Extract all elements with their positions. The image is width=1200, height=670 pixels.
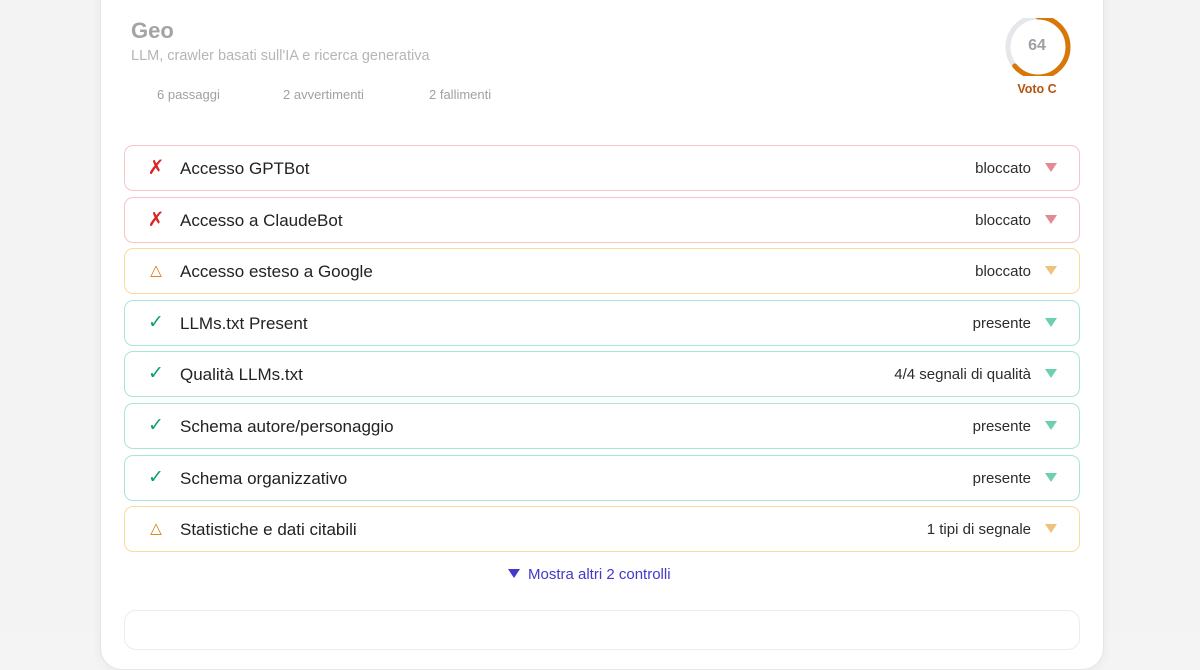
check-value: bloccato [975,263,1031,280]
stat-warnings: 2 avvertimenti [283,87,364,102]
warning-triangle-icon: △ [150,520,162,537]
show-more-button[interactable]: Mostra altri 2 controlli [508,566,671,583]
chevron-down-icon[interactable] [1045,215,1057,224]
check-label: Accesso a ClaudeBot [180,211,343,230]
check-row[interactable]: ✗ Accesso a ClaudeBot bloccato [124,197,1080,243]
check-row[interactable]: △ Accesso esteso a Google bloccato [124,248,1080,294]
check-label: Schema organizzativo [180,469,348,488]
score-grade: Voto C [1017,82,1057,96]
score-ring: 64 [1004,18,1072,76]
check-value: bloccato [975,160,1031,177]
check-value: 4/4 segnali di qualità [894,366,1031,383]
check-value: 1 tipi di segnale [926,521,1031,538]
check-row[interactable]: ✓ Schema autore/personaggio presente [124,403,1080,449]
check-label: Schema autore/personaggio [180,417,394,436]
section-subtitle: LLM, crawler basati sull'IA e ricerca ge… [131,48,430,64]
check-row[interactable]: ✓ Schema organizzativo presente [124,455,1080,501]
check-label: LLMs.txt Present [180,314,308,333]
check-label: Statistiche e dati citabili [180,520,357,539]
check-row[interactable]: ✓ LLMs.txt Present presente [124,300,1080,346]
cross-icon: ✗ [147,157,165,179]
check-row[interactable]: ✓ Qualità LLMs.txt 4/4 segnali di qualit… [124,351,1080,397]
score-value: 64 [1028,37,1046,54]
check-label: Accesso GPTBot [180,159,310,178]
check-value: presente [972,418,1031,435]
check-icon: ✓ [148,363,164,384]
warning-triangle-icon: △ [150,262,162,279]
chevron-down-icon[interactable] [1045,473,1057,482]
chevron-down-icon[interactable] [1045,163,1057,172]
check-label: Qualità LLMs.txt [180,365,303,384]
section-title: Geo [131,18,174,43]
check-value: bloccato [975,212,1031,229]
next-section-card [124,610,1080,650]
chevron-down-icon[interactable] [1045,421,1057,430]
show-more-label: Mostra altri 2 controlli [528,566,671,583]
triangle-down-icon [508,568,520,578]
check-icon: ✓ [148,415,164,436]
check-value: presente [972,315,1031,332]
stat-failures: 2 fallimenti [429,87,492,102]
chevron-down-icon[interactable] [1045,524,1057,533]
check-row[interactable]: △ Statistiche e dati citabili 1 tipi di … [124,506,1080,552]
check-label: Accesso esteso a Google [180,262,373,281]
check-row[interactable]: ✗ Accesso GPTBot bloccato [124,145,1080,191]
stat-passed: 6 passaggi [157,87,220,102]
check-icon: ✓ [148,312,164,333]
chevron-down-icon[interactable] [1045,369,1057,378]
cross-icon: ✗ [147,209,165,231]
chevron-down-icon[interactable] [1045,266,1057,275]
check-value: presente [972,470,1031,487]
check-icon: ✓ [148,467,164,488]
chevron-down-icon[interactable] [1045,318,1057,327]
